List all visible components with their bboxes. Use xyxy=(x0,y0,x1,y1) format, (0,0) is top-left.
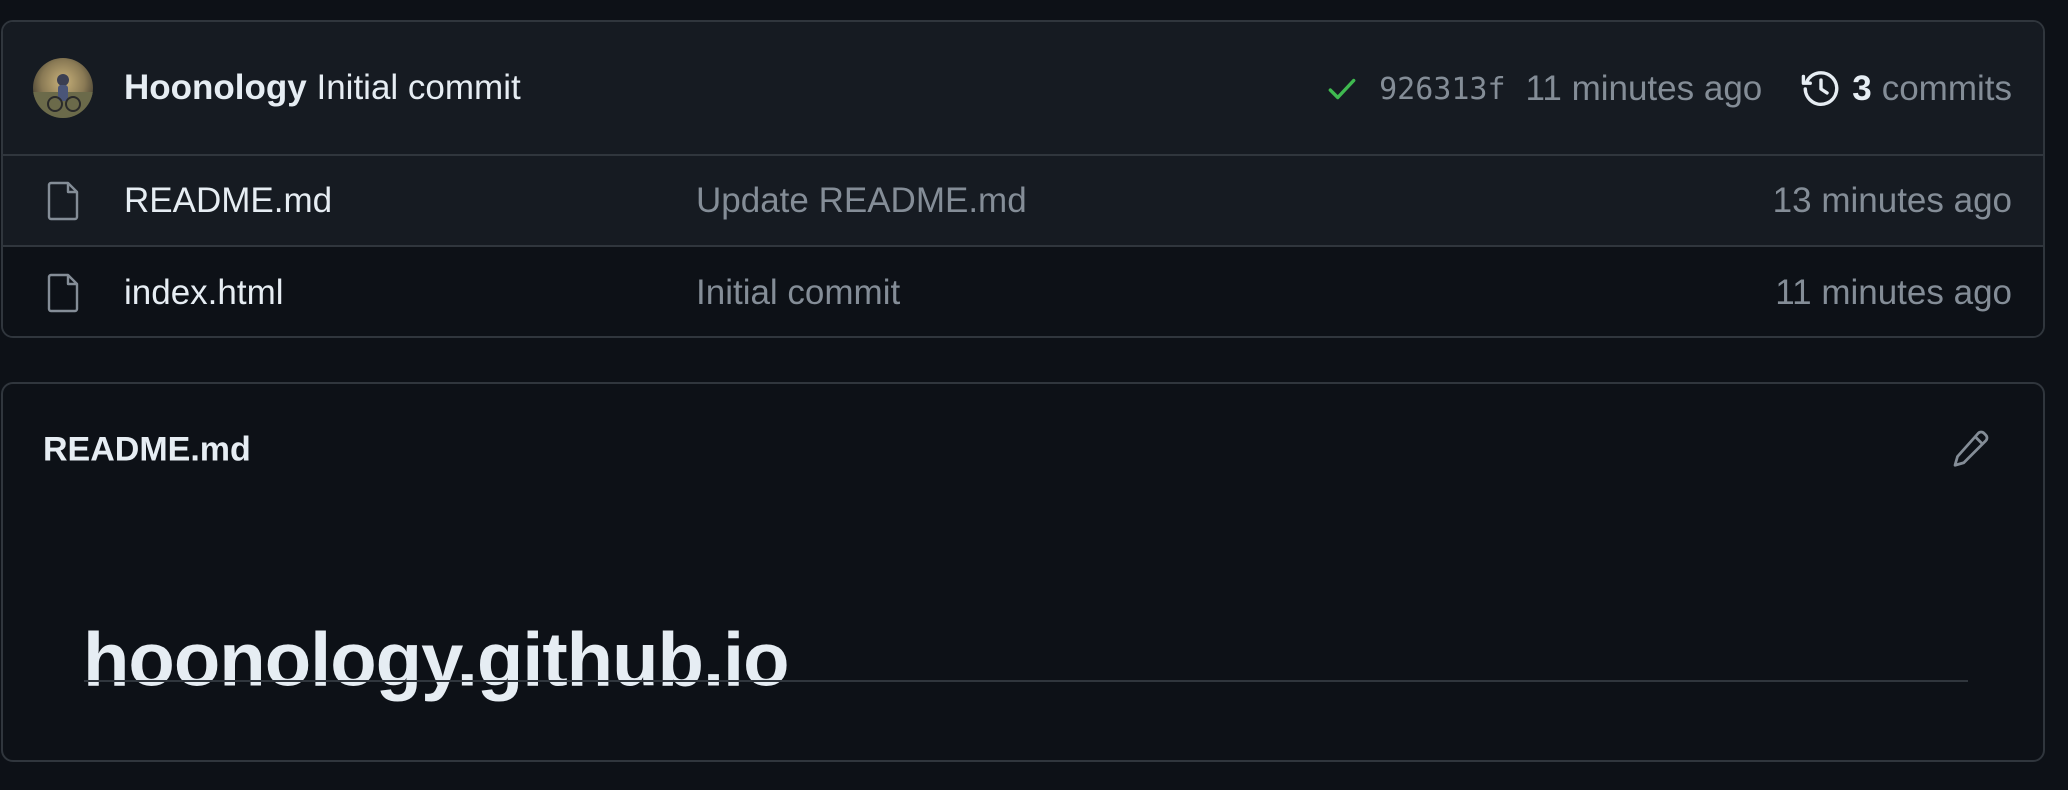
commit-meta: 926313f 11 minutes ago 3 commits xyxy=(1325,22,2043,156)
heading-divider xyxy=(84,680,1968,682)
file-list-box: Hoonology Initial commit 926313f 11 minu… xyxy=(1,20,2045,338)
commit-count: 3 xyxy=(1852,69,1872,108)
file-icon xyxy=(47,181,81,221)
readme-filename[interactable]: README.md xyxy=(43,431,251,470)
latest-commit-bar: Hoonology Initial commit 926313f 11 minu… xyxy=(3,22,2043,156)
pencil-icon[interactable] xyxy=(1950,429,1990,469)
commit-time: 11 minutes ago xyxy=(1525,69,1763,108)
file-commit-time: 13 minutes ago xyxy=(1772,180,2012,220)
file-commit-message[interactable]: Update README.md xyxy=(696,181,1027,221)
file-commit-time: 11 minutes ago xyxy=(1775,272,2012,312)
readme-panel: README.md hoonology.github.io xyxy=(1,382,2045,762)
commit-author[interactable]: Hoonology xyxy=(124,68,307,107)
commits-label: commits xyxy=(1881,69,2012,108)
readme-heading: hoonology.github.io xyxy=(83,617,790,703)
file-name-link[interactable]: README.md xyxy=(124,181,332,221)
file-name-link[interactable]: index.html xyxy=(124,273,284,313)
commit-title: Hoonology Initial commit xyxy=(124,68,521,108)
commit-message[interactable]: Initial commit xyxy=(316,68,520,107)
file-row[interactable]: README.md Update README.md 13 minutes ag… xyxy=(3,156,2043,247)
file-icon xyxy=(47,273,81,313)
check-icon[interactable] xyxy=(1325,72,1359,106)
commits-history-link[interactable]: 3 commits xyxy=(1800,68,2012,110)
commit-sha[interactable]: 926313f xyxy=(1379,72,1505,107)
file-row[interactable]: index.html Initial commit 11 minutes ago xyxy=(3,247,2043,336)
file-commit-message[interactable]: Initial commit xyxy=(696,273,900,313)
history-icon xyxy=(1800,68,1842,110)
author-avatar[interactable] xyxy=(33,58,93,118)
